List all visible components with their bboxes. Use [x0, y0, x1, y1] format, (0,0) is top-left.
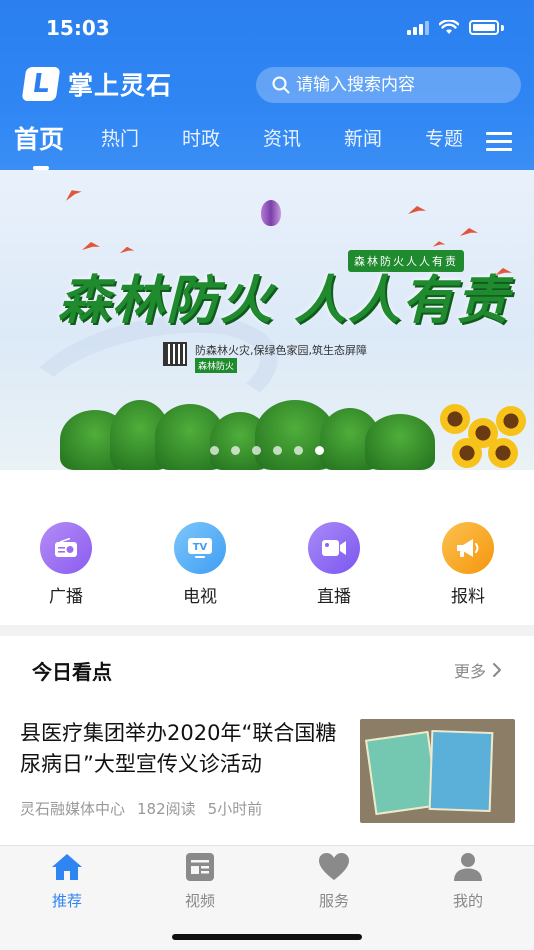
search-icon: [272, 76, 290, 94]
home-indicator[interactable]: [172, 934, 362, 940]
carousel-dot[interactable]: [231, 446, 240, 455]
home-icon: [52, 854, 82, 880]
channel-tabs: 首页 热门 时政 资讯 新闻 专题: [0, 124, 534, 170]
carousel-indicator: [210, 446, 324, 455]
cellular-signal-icon: [407, 20, 429, 35]
status-time: 15:03: [46, 16, 110, 40]
status-bar: 15:03: [0, 0, 534, 58]
carousel-dot[interactable]: [294, 446, 303, 455]
quick-link-label: 电视: [183, 587, 217, 607]
tab-home[interactable]: 首页: [14, 120, 64, 156]
news-meta: 灵石融媒体中心 182阅读 5小时前: [20, 798, 262, 819]
tab-hot[interactable]: 热门: [101, 124, 139, 151]
app-name: 掌上灵石: [68, 71, 173, 100]
user-icon: [454, 853, 482, 881]
nav-label: 我的: [452, 892, 483, 910]
app-logo-icon: L: [21, 67, 61, 101]
nav-label: 视频: [184, 892, 215, 910]
quick-link-live[interactable]: 直播: [294, 522, 374, 607]
bird-icon: [82, 242, 100, 250]
chevron-right-icon: [493, 663, 501, 677]
nav-recommend[interactable]: 推荐: [27, 852, 107, 911]
carousel-dot[interactable]: [252, 446, 261, 455]
banner-title: 森林防火 人人有责: [58, 271, 511, 331]
app-header: 15:03 L 掌上灵石 首页 热门 时政 资讯 新闻: [0, 0, 534, 170]
book-image: [428, 729, 494, 813]
quick-link-label: 广播: [49, 587, 83, 607]
news-time: 5小时前: [207, 800, 263, 818]
quick-link-radio[interactable]: 广播: [26, 522, 106, 607]
search-input[interactable]: [296, 75, 496, 95]
bird-icon: [408, 206, 426, 214]
news-source: 灵石融媒体中心: [20, 800, 126, 818]
banner-carousel[interactable]: 森林防火人人有责 森林防火 人人有责 防森林火灾,保绿色家园,筑生态屏障 森林防…: [0, 170, 534, 470]
tab-topics[interactable]: 专题: [425, 124, 463, 151]
quick-link-tv[interactable]: TV 电视: [160, 522, 240, 607]
megaphone-icon: [442, 522, 494, 574]
nav-label: 服务: [318, 892, 349, 910]
today-highlights: 今日看点 更多 县医疗集团举办2020年“联合国糖尿病日”大型宣传义诊活动 灵石…: [0, 636, 534, 846]
sunflowers-illustration: [438, 400, 528, 470]
news-title[interactable]: 县医疗集团举办2020年“联合国糖尿病日”大型宣传义诊活动: [20, 718, 350, 780]
qr-code-icon: [163, 342, 187, 366]
bottom-nav: 推荐 视频 服务 我的: [0, 845, 534, 950]
carousel-dot[interactable]: [273, 446, 282, 455]
carousel-dot-active[interactable]: [315, 446, 324, 455]
bird-icon: [460, 228, 478, 236]
quick-link-label: 报料: [451, 587, 485, 607]
nav-video[interactable]: 视频: [160, 852, 240, 911]
tab-politics[interactable]: 时政: [182, 124, 220, 151]
tab-info[interactable]: 资讯: [263, 124, 301, 151]
heart-icon: [319, 853, 349, 880]
tab-news[interactable]: 新闻: [344, 124, 382, 151]
search-bar[interactable]: [256, 67, 521, 103]
video-camera-icon: [308, 522, 360, 574]
carousel-dot[interactable]: [210, 446, 219, 455]
nav-mine[interactable]: 我的: [428, 852, 508, 911]
nav-label: 推荐: [51, 892, 82, 910]
wifi-icon: [439, 20, 459, 34]
tv-icon: TV: [174, 522, 226, 574]
radio-icon: [40, 522, 92, 574]
quick-link-report[interactable]: 报料: [428, 522, 508, 607]
forest-illustration: [60, 396, 490, 470]
bird-icon: [432, 241, 446, 247]
battery-icon: [469, 20, 499, 35]
more-link[interactable]: 更多: [454, 658, 502, 682]
news-reads: 182阅读: [137, 800, 196, 818]
hot-air-balloon-icon: [261, 200, 281, 226]
news-thumbnail[interactable]: [360, 719, 515, 823]
bird-icon: [119, 246, 135, 254]
quick-links: 广播 TV 电视 直播 报料: [0, 470, 534, 625]
app-brand: L 掌上灵石: [21, 66, 173, 102]
section-title: 今日看点: [32, 660, 112, 684]
hamburger-menu-icon[interactable]: [486, 132, 512, 152]
quick-link-label: 直播: [317, 587, 351, 607]
nav-service[interactable]: 服务: [294, 852, 374, 911]
svg-text:TV: TV: [193, 542, 208, 553]
more-label: 更多: [453, 662, 486, 681]
banner-slogan: 防森林火灾,保绿色家园,筑生态屏障: [195, 344, 367, 357]
banner-slogan-tag: 森林防火: [195, 358, 238, 373]
video-list-icon: [186, 853, 214, 881]
bird-icon: [63, 187, 83, 201]
status-icons: [407, 20, 504, 35]
